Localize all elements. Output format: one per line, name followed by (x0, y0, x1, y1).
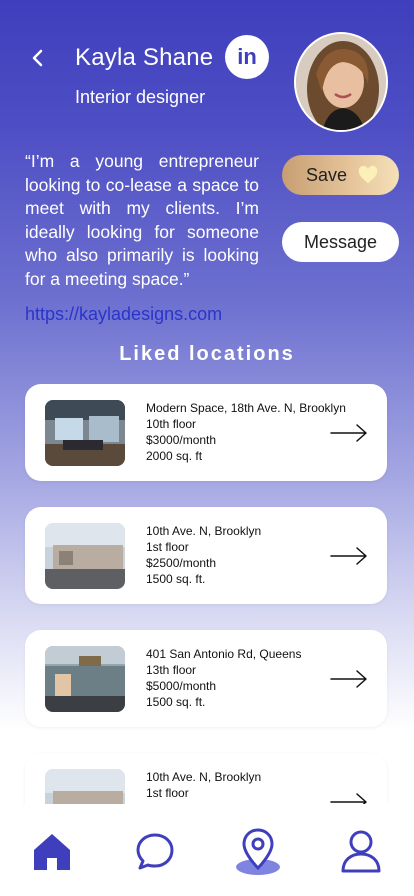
location-price: $3000/month (146, 433, 217, 447)
location-size: 1500 sq. ft. (146, 572, 206, 586)
arrow-right-icon[interactable] (329, 545, 369, 567)
location-address: Modern Space, 18th Ave. N, Brooklyn (146, 401, 346, 415)
location-size: 2000 sq. ft (146, 449, 203, 463)
location-price: $5000/month (146, 679, 217, 693)
location-details: 10th Ave. N, Brooklyn 1st floor $2500/mo… (146, 523, 261, 587)
arrow-right-icon[interactable] (329, 422, 369, 444)
profile-quote: “I’m a young entrepreneur looking to co-… (25, 151, 259, 289)
home-icon[interactable] (27, 826, 77, 876)
bottom-navigation (0, 804, 414, 896)
location-card[interactable]: Modern Space, 18th Ave. N, Brooklyn 10th… (25, 384, 387, 481)
arrow-right-icon[interactable] (329, 791, 369, 804)
location-pin-icon[interactable] (233, 826, 283, 876)
profile-name: Kayla Shane (75, 44, 214, 71)
location-photo (45, 769, 125, 804)
location-details: Modern Space, 18th Ave. N, Brooklyn 10th… (146, 400, 346, 464)
location-card[interactable]: 10th Ave. N, Brooklyn 1st floor (25, 753, 387, 804)
location-address: 10th Ave. N, Brooklyn (146, 770, 262, 784)
arrow-right-icon[interactable] (329, 668, 369, 690)
location-details: 10th Ave. N, Brooklyn 1st floor (146, 769, 261, 801)
save-button[interactable]: Save (282, 155, 399, 195)
location-details: 401 San Antonio Rd, Queens 13th floor $5… (146, 646, 301, 710)
profile-icon[interactable] (336, 826, 386, 876)
website-link[interactable]: https://kayladesigns.com (25, 304, 222, 325)
profile-role: Interior designer (75, 87, 206, 107)
message-button[interactable]: Message (282, 222, 399, 262)
location-photo (45, 646, 125, 712)
location-card[interactable]: 401 San Antonio Rd, Queens 13th floor $5… (25, 630, 387, 727)
linkedin-icon-label: in (237, 44, 257, 69)
location-address: 401 San Antonio Rd, Queens (146, 647, 302, 661)
save-button-label: Save (306, 164, 348, 185)
linkedin-icon[interactable]: in (225, 35, 269, 79)
avatar (294, 32, 388, 132)
location-floor: 1st floor (146, 540, 189, 554)
heart-icon (357, 164, 379, 191)
location-card[interactable]: 10th Ave. N, Brooklyn 1st floor $2500/mo… (25, 507, 387, 604)
location-floor: 10th floor (146, 417, 197, 431)
chat-icon[interactable] (130, 826, 180, 876)
message-button-label: Message (303, 231, 378, 252)
liked-locations-list[interactable]: Modern Space, 18th Ave. N, Brooklyn 10th… (0, 384, 414, 804)
back-icon[interactable] (24, 44, 52, 72)
location-floor: 13th floor (146, 663, 197, 677)
location-floor: 1st floor (146, 786, 189, 800)
location-price: $2500/month (146, 556, 217, 570)
location-address: 10th Ave. N, Brooklyn (146, 524, 262, 538)
liked-locations-heading: Liked locations (119, 343, 295, 365)
location-size: 1500 sq. ft. (146, 695, 206, 709)
location-photo (45, 400, 125, 466)
location-photo (45, 523, 125, 589)
